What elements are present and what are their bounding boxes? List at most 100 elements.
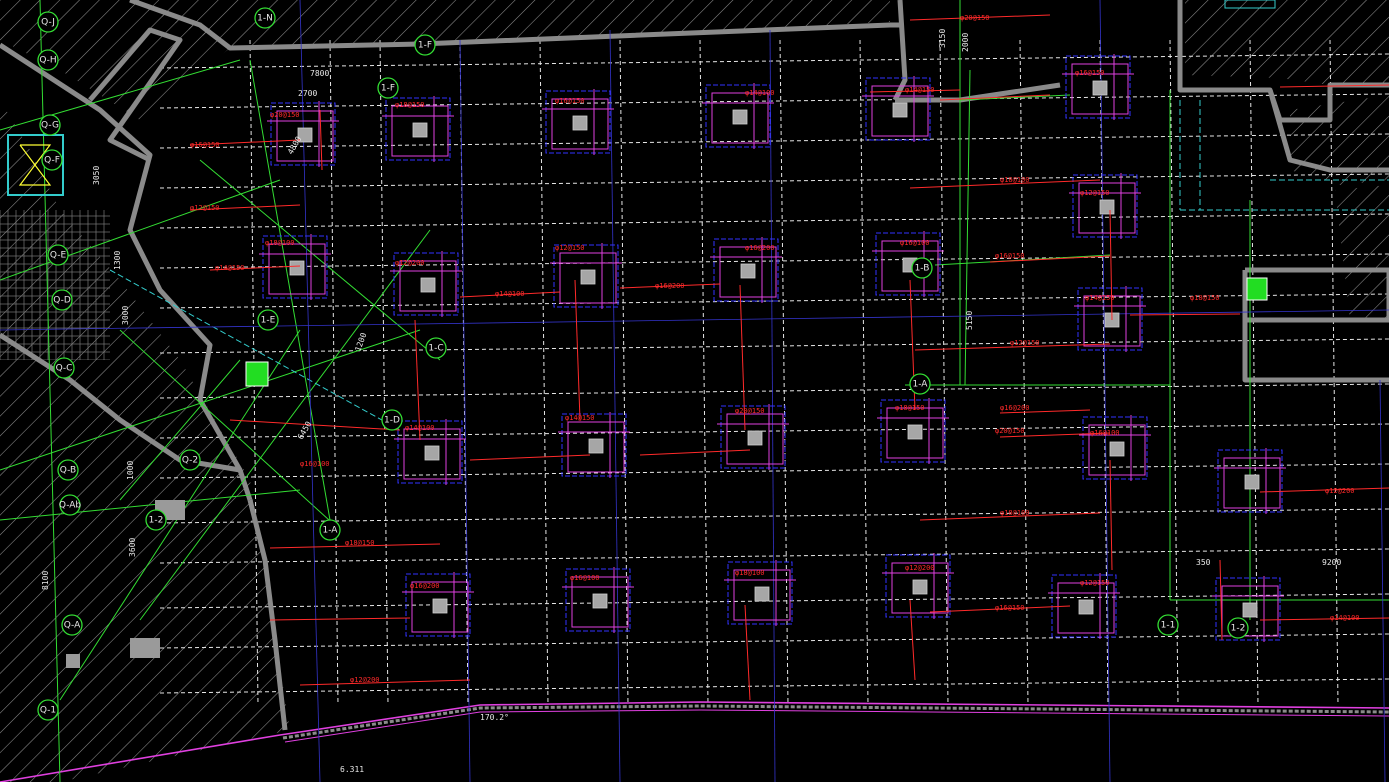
bubble-1-2: 1-2	[1227, 617, 1249, 639]
rebar-label-8: φ20@150	[995, 427, 1025, 435]
dim-1200: 1200	[353, 331, 368, 352]
grid-line-h-2	[159, 133, 1389, 149]
grid-line-v-4	[539, 39, 549, 706]
grid-line-h-11	[159, 508, 1389, 524]
bubble-q-D: Q-D	[51, 289, 73, 311]
grid-line-h-3	[159, 173, 1389, 189]
bubble-q-J: Q-J	[37, 11, 59, 33]
rebar-label-37: φ16@200	[655, 282, 685, 290]
rebar-label-40: φ16@150	[995, 252, 1025, 260]
hatch-left-column	[0, 100, 290, 782]
rebar-label-18: φ20@150	[735, 407, 765, 415]
bubble-q-Ab-label: Q-Ab	[59, 501, 82, 511]
dim-2000: 2000	[961, 33, 970, 52]
rebar-label-11: φ12@150	[1080, 579, 1110, 587]
gray-pile-left-2	[130, 638, 160, 658]
dim-4800: 4800	[286, 135, 304, 156]
grid-line-v-6	[699, 39, 709, 706]
bubble-q-G-label: Q-G	[41, 121, 59, 131]
hatched-regions	[0, 0, 1389, 782]
rebar-label-17: φ16@200	[745, 244, 775, 252]
bubble-1-2-label: 1-2	[1231, 624, 1246, 634]
grid-line-v-1	[329, 39, 339, 706]
pile-cap-17	[1079, 415, 1151, 481]
rebar-label-7: φ16@200	[1000, 404, 1030, 412]
rebar-label-0: φ16@150	[1075, 69, 1105, 77]
bubble-1-Ab: 1-A	[909, 373, 931, 395]
bubble-q-H: Q-H	[37, 49, 59, 71]
bubble-1-1-label: 1-1	[1161, 621, 1176, 631]
bubble-1-A: 1-A	[319, 519, 341, 541]
pile-cap-22	[882, 553, 954, 619]
rebar-label-4: φ18@150	[1190, 294, 1220, 302]
rebar-label-41: φ12@150	[1010, 339, 1040, 347]
bubble-q-F: Q-F	[41, 149, 63, 171]
bubble-q-D-label: Q-D	[53, 296, 71, 306]
green-equipment-pad-right	[1246, 277, 1268, 301]
rebar-label-12: φ14@150	[905, 86, 935, 94]
grid-line-h-8	[159, 383, 1389, 399]
bubble-1-E: 1-E	[257, 309, 279, 331]
bubble-q-A-label: Q-A	[64, 621, 81, 631]
dim-1300: 1300	[113, 251, 122, 270]
rebar-label-16: φ14@100	[745, 89, 775, 97]
dim-3050: 3050	[92, 166, 101, 185]
green-equipment-pad	[245, 361, 269, 387]
rebar-label-2: φ14@150	[1085, 294, 1115, 302]
bubble-1-C: 1-C	[425, 337, 447, 359]
bubble-q-B: Q-B	[57, 459, 79, 481]
hatch-top-right	[1185, 0, 1389, 85]
rebar-label-33: φ16@100	[300, 460, 330, 468]
hatch-right-small	[1335, 185, 1389, 320]
rebar-label-21: φ12@150	[555, 244, 585, 252]
bubble-q-F-label: Q-F	[44, 156, 60, 166]
rebar-label-30: φ16@150	[190, 141, 220, 149]
bubble-1-D: 1-D	[381, 409, 403, 431]
dim-8100: 8100	[41, 571, 50, 590]
rebar-label-10: φ16@150	[995, 604, 1025, 612]
rebar-label-6: φ14@100	[1330, 614, 1360, 622]
rebar-label-35: φ12@200	[350, 676, 380, 684]
grid-line-h-5	[159, 253, 1389, 269]
wall-center-vert	[892, 0, 908, 102]
dim-170: 170.2°	[480, 713, 509, 722]
bubble-1-B: 1-B	[911, 257, 933, 279]
bubble-1-C-label: 1-C	[428, 344, 443, 354]
rebar-label-15: φ12@200	[905, 564, 935, 572]
bubble-1-2b-label: 1-2	[149, 516, 164, 526]
grid-line-h-9	[159, 423, 1389, 439]
bubble-1-Ab-label: 1-A	[913, 380, 929, 390]
bubble-1-1: 1-1	[1157, 614, 1179, 636]
rebar-label-34: φ18@150	[345, 539, 375, 547]
bubble-q-C-label: Q-C	[56, 364, 73, 374]
bubble-q-E: Q-E	[47, 244, 69, 266]
pile-cap-8	[550, 243, 622, 309]
bubble-q-1-label: Q-1	[40, 706, 56, 716]
bubble-q-B-label: Q-B	[60, 466, 76, 476]
rebar-line-v-1	[574, 279, 581, 421]
mesh-panel	[0, 210, 110, 360]
rebar-line-h-9	[269, 617, 411, 621]
dashed-grid	[159, 39, 1389, 706]
cad-drawing-canvas[interactable]: φ16@150 φ12@150 φ14@150 φ16@100 φ18@150 φ12@2…	[0, 0, 1389, 782]
dim-1000: 1000	[126, 461, 135, 480]
rebar-label-32: φ14@150	[215, 264, 245, 272]
dim-350: 350	[1196, 558, 1211, 567]
grid-line-h-14	[159, 633, 1389, 649]
rebar-label-24: φ18@150	[395, 101, 425, 109]
grid-line-v-12	[1169, 39, 1179, 706]
dim-9200: 9200	[1322, 558, 1341, 567]
rebar-line-h-18	[1259, 617, 1389, 621]
bubble-q-2-label: Q-2	[182, 456, 198, 466]
grid-line-h-10	[159, 463, 1389, 479]
rebar-label-3: φ16@100	[1090, 429, 1120, 437]
rebar-label-38: φ20@150	[960, 14, 990, 22]
bubble-q-J-label: Q-J	[41, 18, 55, 28]
bubble-1-D-label: 1-D	[384, 416, 400, 426]
bubble-q-A: Q-A	[61, 614, 83, 636]
grid-line-v-7	[779, 39, 789, 706]
bubble-q-2: Q-2	[179, 449, 201, 471]
rebar-line-h-3	[229, 419, 401, 431]
dim-7800: 7800	[310, 69, 329, 78]
bubble-1-F2: 1-F	[377, 77, 399, 99]
